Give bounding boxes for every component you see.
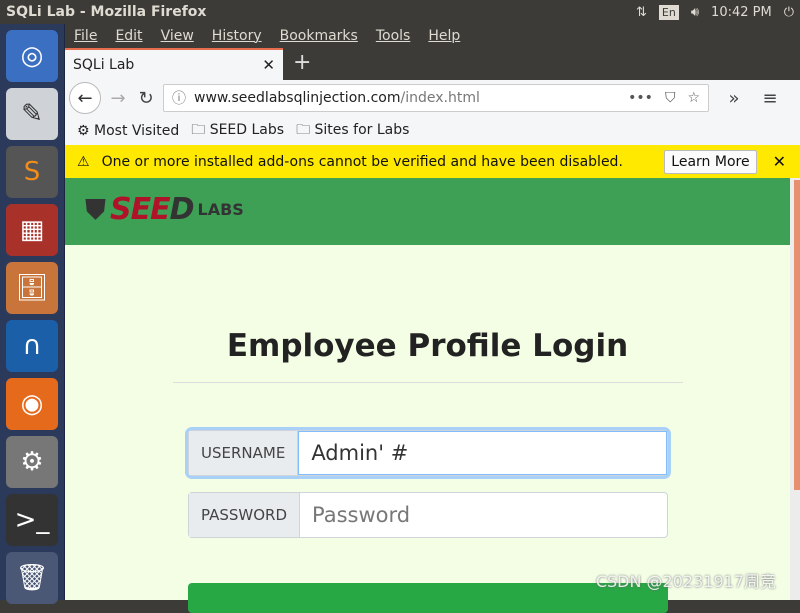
url-path: /index.html xyxy=(400,90,480,106)
settings-icon[interactable]: ⚙ xyxy=(6,436,58,488)
menu-history[interactable]: History xyxy=(203,28,271,44)
terminal-grid-icon[interactable]: ▦ xyxy=(6,204,58,256)
page-actions-icon[interactable]: ••• xyxy=(628,90,653,106)
file-cabinet-icon[interactable]: 🗄︎ xyxy=(6,262,58,314)
launcher: ◎ ✎ S ▦ 🗄︎ ∩ ◉ ⚙ >_ 🗑︎ xyxy=(0,24,65,604)
warning-icon: ⚠ xyxy=(77,153,90,170)
sublime-icon[interactable]: S xyxy=(6,146,58,198)
scrollbar[interactable] xyxy=(790,178,800,600)
power-icon[interactable]: ⏻ xyxy=(784,5,794,20)
folder-icon: 🗀 xyxy=(191,121,206,138)
tab-sqli-lab[interactable]: SQLi Lab ✕ xyxy=(65,48,283,80)
navigation-bar: ← → ↻ ⓘ www.seedlabsqlinjection.com/inde… xyxy=(65,80,800,116)
back-button[interactable]: ← xyxy=(69,82,101,114)
window-title: SQLi Lab - Mozilla Firefox xyxy=(6,4,207,20)
username-group: USERNAME Admin' # xyxy=(188,430,668,476)
password-input[interactable]: Password xyxy=(300,493,667,537)
menu-help[interactable]: Help xyxy=(419,28,469,44)
page-content: ⛊ SEED LABS Employee Profile Login USERNA… xyxy=(65,178,790,613)
menu-bar: File Edit View History Bookmarks Tools H… xyxy=(65,24,800,48)
trash-icon[interactable]: 🗑︎ xyxy=(6,552,58,604)
notification-text: One or more installed add-ons cannot be … xyxy=(101,153,623,170)
bookmark-star-icon[interactable]: ☆ xyxy=(687,90,700,106)
bookmark-sites-for-labs[interactable]: 🗀 Sites for Labs xyxy=(296,119,409,143)
url-bar[interactable]: ⓘ www.seedlabsqlinjection.com/index.html… xyxy=(163,84,709,112)
divider xyxy=(173,382,683,383)
clock[interactable]: 10:42 PM xyxy=(711,5,772,20)
bookmark-label: Most Visited xyxy=(94,122,180,139)
new-tab-icon[interactable]: + xyxy=(283,48,321,80)
menu-bookmarks[interactable]: Bookmarks xyxy=(271,28,367,44)
forward-button[interactable]: → xyxy=(107,88,129,109)
wireshark-icon[interactable]: ∩ xyxy=(6,320,58,372)
bookmark-label: Sites for Labs xyxy=(314,121,410,138)
password-group: PASSWORD Password xyxy=(188,492,668,538)
bookmarks-toolbar: ⚙ Most Visited 🗀 SEED Labs 🗀 Sites for L… xyxy=(65,116,800,145)
close-tab-icon[interactable]: ✕ xyxy=(262,56,275,74)
tab-bar: SQLi Lab ✕ + xyxy=(65,48,800,80)
text-editor-icon[interactable]: ✎ xyxy=(6,88,58,140)
hamburger-menu-icon[interactable]: ≡ xyxy=(759,88,781,109)
language-indicator[interactable]: En xyxy=(658,4,679,20)
terminal-icon[interactable]: >_ xyxy=(6,494,58,546)
overflow-icon[interactable]: » xyxy=(723,88,745,109)
watermark: CSDN @20231917周竞 xyxy=(595,572,776,591)
bookmark-most-visited[interactable]: ⚙ Most Visited xyxy=(77,123,179,139)
username-label: USERNAME xyxy=(189,431,299,475)
menu-tools[interactable]: Tools xyxy=(367,28,420,44)
pocket-icon[interactable]: ⛉ xyxy=(665,90,676,106)
gear-icon: ⚙ xyxy=(77,122,90,139)
username-input[interactable]: Admin' # xyxy=(298,431,667,475)
bookmark-label: SEED Labs xyxy=(209,121,285,138)
notification-bar: ⚠ One or more installed add-ons cannot b… xyxy=(65,145,800,178)
volume-icon[interactable]: 🔊︎ xyxy=(691,5,699,20)
url-domain: www.seedlabsqlinjection.com xyxy=(194,90,401,106)
reload-button[interactable]: ↻ xyxy=(135,88,157,109)
close-notification-icon[interactable]: ✕ xyxy=(769,152,800,171)
top-panel: SQLi Lab - Mozilla Firefox ⇅ En 🔊︎ 10:42… xyxy=(0,0,800,24)
scrollbar-thumb[interactable] xyxy=(794,180,800,490)
info-icon[interactable]: ⓘ xyxy=(172,88,186,108)
site-header: ⛊ SEED LABS xyxy=(65,178,790,245)
learn-more-button[interactable]: Learn More xyxy=(664,149,757,174)
page-title: Employee Profile Login xyxy=(226,328,629,364)
bookmark-seed-labs[interactable]: 🗀 SEED Labs xyxy=(191,119,284,143)
password-label: PASSWORD xyxy=(189,493,301,537)
folder-icon: 🗀 xyxy=(296,121,311,138)
shield-icon: ⛊ xyxy=(85,192,107,226)
menu-view[interactable]: View xyxy=(152,28,203,44)
network-icon[interactable]: ⇅ xyxy=(636,5,647,20)
ubuntu-icon[interactable]: ◎ xyxy=(6,30,58,82)
menu-edit[interactable]: Edit xyxy=(106,28,151,44)
firefox-icon[interactable]: ◉ xyxy=(6,378,58,430)
menu-file[interactable]: File xyxy=(65,28,106,44)
seed-labs-logo[interactable]: ⛊ SEED LABS xyxy=(85,192,244,227)
tab-title: SQLi Lab xyxy=(73,57,135,73)
